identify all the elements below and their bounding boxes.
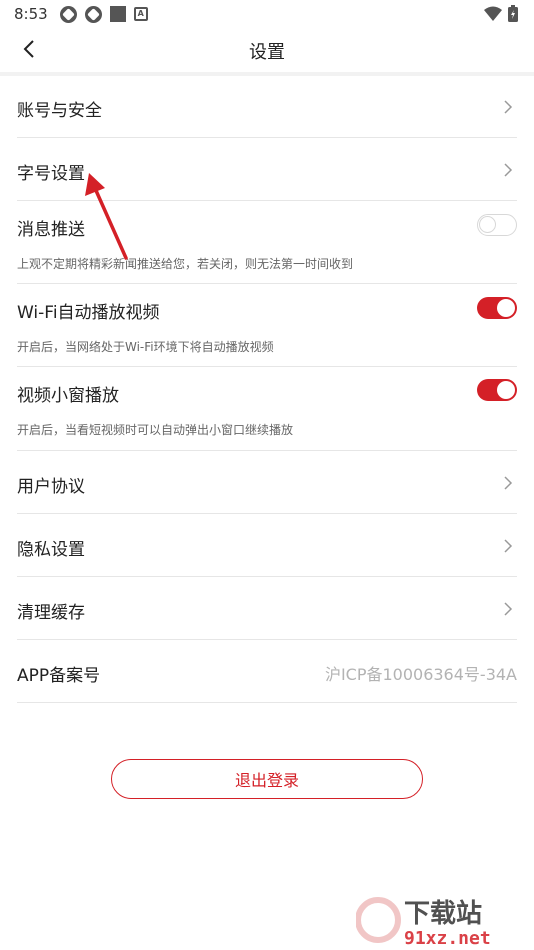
privacy-row[interactable]: 隐私设置 (17, 514, 517, 577)
push-notification-label: 消息推送 (17, 220, 85, 240)
chevron-right-icon (504, 539, 513, 553)
watermark-logo: 下载站 91xz.net (355, 890, 526, 950)
account-security-row[interactable]: 账号与安全 (17, 76, 517, 138)
mini-window-row: 视频小窗播放 开启后，当看短视频时可以自动弹出小窗口继续播放 (17, 367, 517, 451)
annotation-arrow-icon (85, 173, 128, 260)
wifi-autoplay-desc: 开启后，当网络处于Wi-Fi环境下将自动播放视频 (17, 340, 274, 354)
chevron-right-icon (504, 602, 513, 616)
chevron-right-icon (504, 100, 513, 114)
wifi-icon (484, 6, 502, 21)
status-time: 8:53 (14, 5, 48, 23)
status-bar: 8:53 A (0, 0, 534, 28)
font-size-label: 字号设置 (17, 164, 85, 184)
mini-window-label: 视频小窗播放 (17, 386, 119, 406)
toggle-knob (497, 381, 515, 399)
wifi-autoplay-toggle[interactable] (477, 297, 517, 319)
toggle-knob (497, 299, 515, 317)
watermark-text: 下载站 (404, 898, 482, 928)
user-agreement-row[interactable]: 用户协议 (17, 451, 517, 514)
header: 设置 (0, 28, 534, 72)
watermark-domain: 91xz.net (404, 928, 491, 949)
notification-app-icon (59, 5, 77, 23)
chevron-right-icon (504, 476, 513, 490)
privacy-label: 隐私设置 (17, 540, 85, 560)
toggle-knob (479, 216, 496, 233)
mini-window-toggle[interactable] (477, 379, 517, 401)
push-notification-toggle[interactable] (477, 214, 517, 236)
mini-window-desc: 开启后，当看短视频时可以自动弹出小窗口继续播放 (17, 423, 294, 437)
wifi-autoplay-label: Wi-Fi自动播放视频 (17, 303, 160, 323)
account-security-label: 账号与安全 (17, 101, 102, 121)
watermark-logo-icon: 下载站 91xz.net (355, 897, 491, 949)
app-record-value: 沪ICP备10006364号-34A (324, 665, 517, 684)
app-record-label: APP备案号 (17, 666, 101, 686)
push-notification-desc: 上观不定期将精彩新闻推送给您，若关闭，则无法第一时间收到 (17, 257, 354, 271)
app-record-row: APP备案号 沪ICP备10006364号-34A (17, 640, 517, 703)
page-title: 设置 (249, 42, 285, 63)
logout-button[interactable]: 退出登录 (111, 759, 423, 799)
user-agreement-label: 用户协议 (17, 477, 85, 497)
notification-app-icon (84, 5, 102, 23)
clear-cache-row[interactable]: 清理缓存 (17, 577, 517, 640)
chevron-right-icon (504, 163, 513, 177)
battery-icon (508, 5, 518, 22)
clear-cache-label: 清理缓存 (17, 603, 85, 623)
notification-square-icon (109, 6, 126, 22)
wifi-autoplay-row: Wi-Fi自动播放视频 开启后，当网络处于Wi-Fi环境下将自动播放视频 (17, 284, 517, 367)
notification-a-icon: A (133, 7, 148, 21)
